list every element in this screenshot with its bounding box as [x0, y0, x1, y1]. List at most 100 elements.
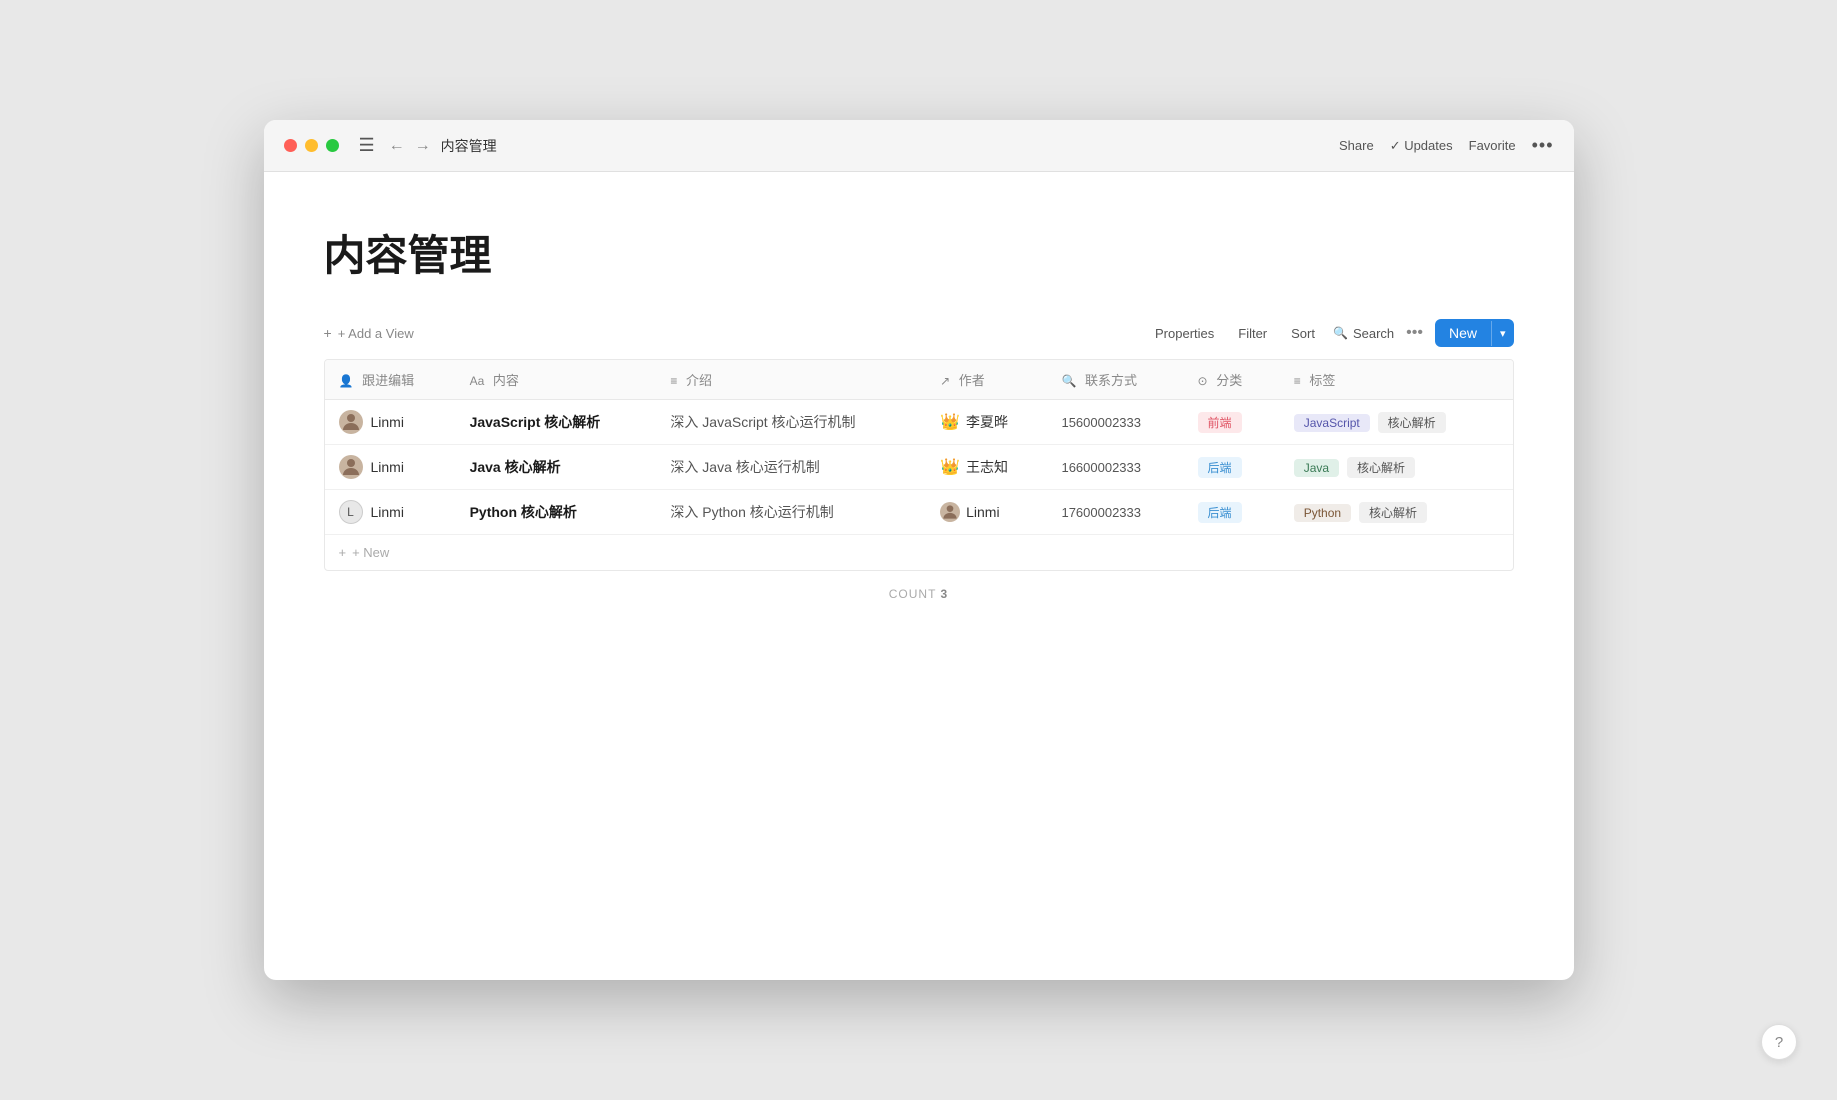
traffic-lights	[284, 139, 339, 152]
sort-button[interactable]: Sort	[1285, 322, 1321, 345]
search-button[interactable]: 🔍 Search	[1333, 326, 1394, 341]
back-button[interactable]: ←	[389, 137, 405, 155]
cell-content-3: Python 核心解析	[456, 490, 657, 535]
author-emoji-2: 👑	[940, 457, 960, 477]
category-tag-1: 前端	[1198, 412, 1242, 433]
new-button-label: New	[1435, 319, 1491, 347]
editor-name-1: Linmi	[371, 414, 404, 430]
updates-button[interactable]: ✓ Updates	[1390, 138, 1453, 154]
author-emoji-1: 👑	[940, 412, 960, 432]
cell-editor-1: Linmi	[325, 400, 456, 445]
titlebar: ☰ ← → 内容管理 Share ✓ Updates Favorite •••	[264, 120, 1574, 172]
tag-java-1: Java	[1294, 459, 1339, 477]
new-button-chevron[interactable]: ▾	[1491, 321, 1514, 346]
share-button[interactable]: Share	[1339, 138, 1374, 153]
tag-core-2: 核心解析	[1347, 457, 1415, 478]
maximize-button[interactable]	[326, 139, 339, 152]
avatar-2	[339, 455, 363, 479]
plus-icon: +	[324, 325, 332, 341]
plus-icon-row: +	[339, 545, 347, 560]
col-author-label: 作者	[959, 373, 985, 388]
col-intro: ≡ 介绍	[656, 360, 926, 400]
toolbar-more-button[interactable]: •••	[1406, 324, 1423, 342]
tag-js-1: JavaScript	[1294, 414, 1370, 432]
forward-button[interactable]: →	[415, 137, 431, 155]
col-contact-icon: 🔍	[1061, 374, 1076, 388]
titlebar-nav: ☰ ← → 内容管理	[359, 135, 497, 156]
author-cell-2: 👑 王志知	[940, 457, 1033, 477]
favorite-button[interactable]: Favorite	[1469, 138, 1516, 153]
add-new-row-button[interactable]: + + New	[325, 534, 1513, 570]
col-intro-label: 介绍	[686, 373, 712, 388]
cell-tags-1: JavaScript 核心解析	[1280, 400, 1513, 445]
category-tag-3: 后端	[1198, 502, 1242, 523]
author-avatar-3	[940, 502, 960, 522]
author-name-2: 王志知	[966, 457, 1008, 477]
table-row[interactable]: Linmi Java 核心解析 深入 Java 核心运行机制 👑 王志知 166…	[325, 445, 1513, 490]
main-content: 内容管理 + + Add a View Properties Filter So…	[264, 172, 1574, 980]
search-icon: 🔍	[1333, 326, 1348, 340]
toolbar: + + Add a View Properties Filter Sort 🔍 …	[324, 319, 1514, 347]
cell-category-2: 后端	[1184, 445, 1280, 490]
toolbar-right: Properties Filter Sort 🔍 Search ••• New …	[1149, 319, 1514, 347]
col-category-label: 分类	[1216, 373, 1242, 388]
col-editor-label: 跟进编辑	[362, 373, 414, 388]
table-row[interactable]: Linmi JavaScript 核心解析 深入 JavaScript 核心运行…	[325, 400, 1513, 445]
author-cell-1: 👑 李夏晔	[940, 412, 1033, 432]
col-author: ↗ 作者	[926, 360, 1047, 400]
help-icon: ?	[1775, 1034, 1783, 1051]
col-tags-icon: ≡	[1294, 374, 1301, 388]
cell-intro-2: 深入 Java 核心运行机制	[656, 445, 926, 490]
tag-core-1: 核心解析	[1378, 412, 1446, 433]
cell-contact-2: 16600002333	[1047, 445, 1183, 490]
table-row[interactable]: L Linmi Python 核心解析 深入 Python 核心运行机制	[325, 490, 1513, 535]
minimize-button[interactable]	[305, 139, 318, 152]
col-contact: 🔍 联系方式	[1047, 360, 1183, 400]
col-content: Aa 内容	[456, 360, 657, 400]
tag-core-3: 核心解析	[1359, 502, 1427, 523]
cell-author-2: 👑 王志知	[926, 445, 1047, 490]
help-button[interactable]: ?	[1761, 1024, 1797, 1060]
cell-editor-3: L Linmi	[325, 490, 456, 535]
more-button[interactable]: •••	[1532, 135, 1554, 156]
col-editor: 👤 跟进编辑	[325, 360, 456, 400]
properties-button[interactable]: Properties	[1149, 322, 1220, 345]
author-cell-3: Linmi	[940, 502, 1033, 522]
user-cell-1: Linmi	[339, 410, 442, 434]
cell-category-3: 后端	[1184, 490, 1280, 535]
author-name-3: Linmi	[966, 504, 999, 520]
filter-button[interactable]: Filter	[1232, 322, 1273, 345]
cell-contact-3: 17600002333	[1047, 490, 1183, 535]
search-label: Search	[1353, 326, 1394, 341]
col-tags: ≡ 标签	[1280, 360, 1513, 400]
count-row: COUNT 3	[324, 587, 1514, 601]
category-tag-2: 后端	[1198, 457, 1242, 478]
user-cell-2: Linmi	[339, 455, 442, 479]
cell-contact-1: 15600002333	[1047, 400, 1183, 445]
table-header-row: 👤 跟进编辑 Aa 内容 ≡ 介绍 ↗ 作者	[325, 360, 1513, 400]
titlebar-actions: Share ✓ Updates Favorite •••	[1339, 135, 1554, 156]
col-content-label: 内容	[493, 373, 519, 388]
cell-author-1: 👑 李夏晔	[926, 400, 1047, 445]
cell-intro-1: 深入 JavaScript 核心运行机制	[656, 400, 926, 445]
new-button[interactable]: New ▾	[1435, 319, 1514, 347]
cell-intro-3: 深入 Python 核心运行机制	[656, 490, 926, 535]
avatar-3: L	[339, 500, 363, 524]
add-view-button[interactable]: + + Add a View	[324, 325, 414, 341]
col-editor-icon: 👤	[339, 374, 354, 388]
data-table: 👤 跟进编辑 Aa 内容 ≡ 介绍 ↗ 作者	[324, 359, 1514, 571]
count-value: 3	[941, 587, 949, 601]
col-category: ⊙ 分类	[1184, 360, 1280, 400]
menu-icon[interactable]: ☰	[359, 135, 375, 156]
col-contact-label: 联系方式	[1085, 373, 1137, 388]
editor-name-3: Linmi	[371, 504, 404, 520]
app-window: ☰ ← → 内容管理 Share ✓ Updates Favorite ••• …	[264, 120, 1574, 980]
count-label: COUNT	[889, 587, 936, 601]
add-view-label: + Add a View	[338, 326, 414, 341]
col-category-icon: ⊙	[1198, 374, 1208, 388]
tag-python-1: Python	[1294, 504, 1351, 522]
close-button[interactable]	[284, 139, 297, 152]
col-tags-label: 标签	[1309, 373, 1335, 388]
cell-editor-2: Linmi	[325, 445, 456, 490]
cell-category-1: 前端	[1184, 400, 1280, 445]
